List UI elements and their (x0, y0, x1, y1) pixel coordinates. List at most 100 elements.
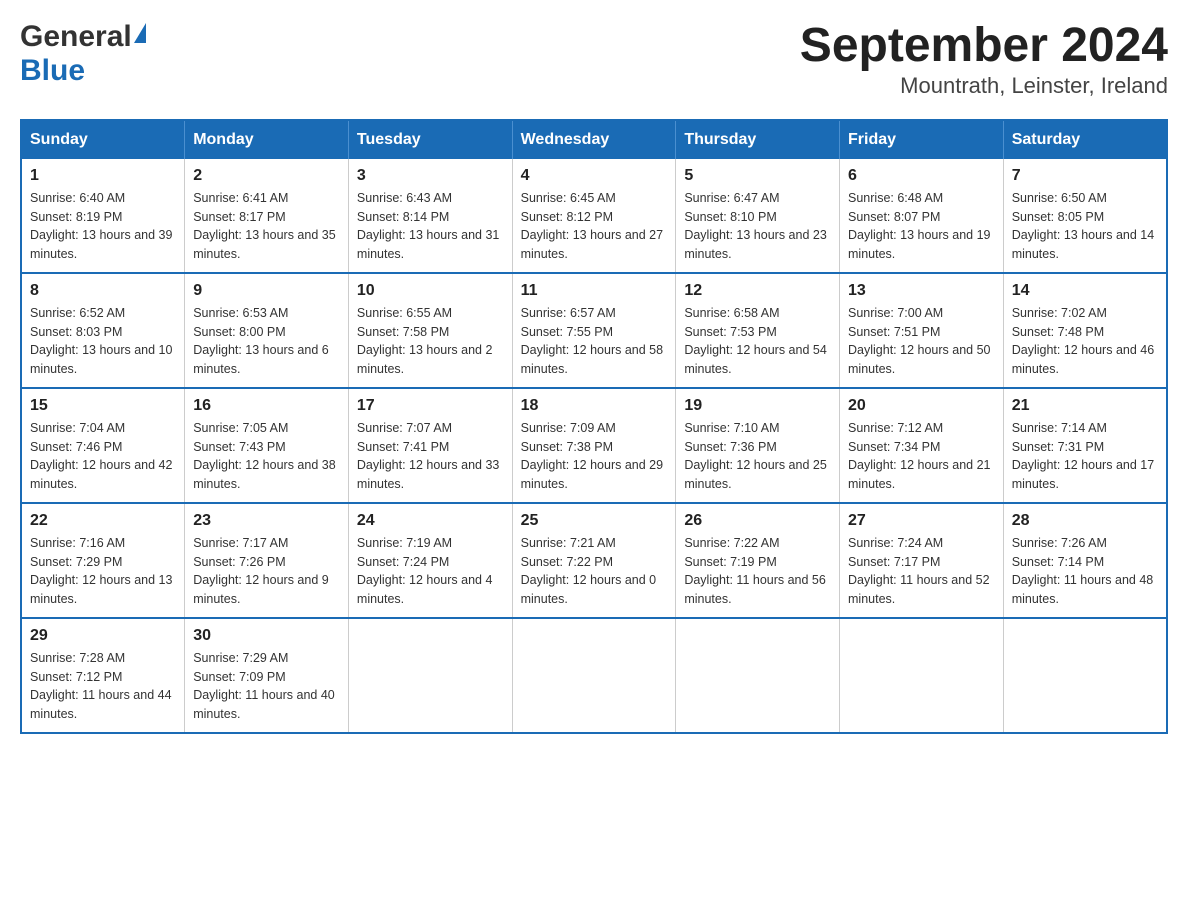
day-info: Sunrise: 7:14 AMSunset: 7:31 PMDaylight:… (1012, 419, 1158, 494)
day-info: Sunrise: 6:40 AMSunset: 8:19 PMDaylight:… (30, 189, 176, 264)
day-info: Sunrise: 6:45 AMSunset: 8:12 PMDaylight:… (521, 189, 668, 264)
day-info: Sunrise: 7:09 AMSunset: 7:38 PMDaylight:… (521, 419, 668, 494)
day-info: Sunrise: 6:57 AMSunset: 7:55 PMDaylight:… (521, 304, 668, 379)
day-number: 22 (30, 512, 176, 530)
calendar-cell (348, 618, 512, 733)
calendar-cell: 20Sunrise: 7:12 AMSunset: 7:34 PMDayligh… (840, 388, 1004, 503)
day-info: Sunrise: 7:00 AMSunset: 7:51 PMDaylight:… (848, 304, 995, 379)
day-number: 17 (357, 397, 504, 415)
day-info: Sunrise: 7:04 AMSunset: 7:46 PMDaylight:… (30, 419, 176, 494)
day-info: Sunrise: 6:52 AMSunset: 8:03 PMDaylight:… (30, 304, 176, 379)
calendar-cell: 30 Sunrise: 7:29 AMSunset: 7:09 PMDayligh… (185, 618, 349, 733)
calendar-cell: 29 Sunrise: 7:28 AMSunset: 7:12 PMDayligh… (21, 618, 185, 733)
day-info: Sunrise: 6:43 AMSunset: 8:14 PMDaylight:… (357, 189, 504, 264)
calendar-cell: 9 Sunrise: 6:53 AMSunset: 8:00 PMDaylight… (185, 273, 349, 388)
calendar-cell (676, 618, 840, 733)
day-info: Sunrise: 6:47 AMSunset: 8:10 PMDaylight:… (684, 189, 831, 264)
day-info: Sunrise: 7:26 AMSunset: 7:14 PMDaylight:… (1012, 534, 1158, 609)
calendar-subtitle: Mountrath, Leinster, Ireland (800, 73, 1168, 99)
day-number: 28 (1012, 512, 1158, 530)
calendar-title: September 2024 (800, 20, 1168, 73)
day-info: Sunrise: 7:28 AMSunset: 7:12 PMDaylight:… (30, 649, 176, 724)
day-number: 19 (684, 397, 831, 415)
day-info: Sunrise: 6:55 AMSunset: 7:58 PMDaylight:… (357, 304, 504, 379)
day-number: 16 (193, 397, 340, 415)
day-info: Sunrise: 6:48 AMSunset: 8:07 PMDaylight:… (848, 189, 995, 264)
calendar-cell: 7 Sunrise: 6:50 AMSunset: 8:05 PMDaylight… (1003, 159, 1167, 273)
day-of-week-header: Thursday (676, 120, 840, 159)
day-number: 2 (193, 167, 340, 185)
day-info: Sunrise: 7:05 AMSunset: 7:43 PMDaylight:… (193, 419, 340, 494)
day-number: 24 (357, 512, 504, 530)
days-of-week-row: SundayMondayTuesdayWednesdayThursdayFrid… (21, 120, 1167, 159)
day-of-week-header: Friday (840, 120, 1004, 159)
calendar-cell: 12Sunrise: 6:58 AMSunset: 7:53 PMDayligh… (676, 273, 840, 388)
calendar-cell: 6Sunrise: 6:48 AMSunset: 8:07 PMDaylight… (840, 159, 1004, 273)
calendar-table: SundayMondayTuesdayWednesdayThursdayFrid… (20, 119, 1168, 734)
calendar-cell (840, 618, 1004, 733)
day-number: 26 (684, 512, 831, 530)
calendar-body: 1Sunrise: 6:40 AMSunset: 8:19 PMDaylight… (21, 159, 1167, 733)
day-info: Sunrise: 6:53 AMSunset: 8:00 PMDaylight:… (193, 304, 340, 379)
calendar-cell: 16 Sunrise: 7:05 AMSunset: 7:43 PMDayligh… (185, 388, 349, 503)
calendar-cell: 15 Sunrise: 7:04 AMSunset: 7:46 PMDayligh… (21, 388, 185, 503)
logo: General Blue (20, 20, 146, 88)
day-info: Sunrise: 7:19 AMSunset: 7:24 PMDaylight:… (357, 534, 504, 609)
calendar-cell: 19Sunrise: 7:10 AMSunset: 7:36 PMDayligh… (676, 388, 840, 503)
page-header: General Blue September 2024 Mountrath, L… (20, 20, 1168, 99)
day-of-week-header: Tuesday (348, 120, 512, 159)
calendar-cell: 18Sunrise: 7:09 AMSunset: 7:38 PMDayligh… (512, 388, 676, 503)
logo-general-text: General (20, 20, 132, 54)
calendar-cell (512, 618, 676, 733)
calendar-cell: 26 Sunrise: 7:22 AMSunset: 7:19 PMDayligh… (676, 503, 840, 618)
day-info: Sunrise: 6:41 AMSunset: 8:17 PMDaylight:… (193, 189, 340, 264)
day-number: 15 (30, 397, 176, 415)
calendar-cell: 5 Sunrise: 6:47 AMSunset: 8:10 PMDaylight… (676, 159, 840, 273)
day-number: 10 (357, 282, 504, 300)
day-number: 27 (848, 512, 995, 530)
day-number: 30 (193, 627, 340, 645)
logo-arrow-icon (134, 23, 146, 43)
day-of-week-header: Sunday (21, 120, 185, 159)
calendar-cell: 24 Sunrise: 7:19 AMSunset: 7:24 PMDayligh… (348, 503, 512, 618)
day-number: 3 (357, 167, 504, 185)
day-number: 4 (521, 167, 668, 185)
day-number: 7 (1012, 167, 1158, 185)
calendar-cell: 22 Sunrise: 7:16 AMSunset: 7:29 PMDayligh… (21, 503, 185, 618)
day-info: Sunrise: 7:17 AMSunset: 7:26 PMDaylight:… (193, 534, 340, 609)
calendar-cell: 27 Sunrise: 7:24 AMSunset: 7:17 PMDayligh… (840, 503, 1004, 618)
calendar-cell: 17Sunrise: 7:07 AMSunset: 7:41 PMDayligh… (348, 388, 512, 503)
day-number: 13 (848, 282, 995, 300)
calendar-cell: 3 Sunrise: 6:43 AMSunset: 8:14 PMDaylight… (348, 159, 512, 273)
calendar-cell: 11 Sunrise: 6:57 AMSunset: 7:55 PMDayligh… (512, 273, 676, 388)
calendar-cell: 21 Sunrise: 7:14 AMSunset: 7:31 PMDayligh… (1003, 388, 1167, 503)
day-info: Sunrise: 7:24 AMSunset: 7:17 PMDaylight:… (848, 534, 995, 609)
calendar-cell: 23 Sunrise: 7:17 AMSunset: 7:26 PMDayligh… (185, 503, 349, 618)
day-number: 23 (193, 512, 340, 530)
day-of-week-header: Wednesday (512, 120, 676, 159)
day-info: Sunrise: 6:58 AMSunset: 7:53 PMDaylight:… (684, 304, 831, 379)
calendar-cell: 4 Sunrise: 6:45 AMSunset: 8:12 PMDaylight… (512, 159, 676, 273)
day-number: 11 (521, 282, 668, 300)
calendar-week-row: 22 Sunrise: 7:16 AMSunset: 7:29 PMDayligh… (21, 503, 1167, 618)
day-info: Sunrise: 7:29 AMSunset: 7:09 PMDaylight:… (193, 649, 340, 724)
day-number: 9 (193, 282, 340, 300)
calendar-week-row: 8Sunrise: 6:52 AMSunset: 8:03 PMDaylight… (21, 273, 1167, 388)
calendar-week-row: 1Sunrise: 6:40 AMSunset: 8:19 PMDaylight… (21, 159, 1167, 273)
day-number: 21 (1012, 397, 1158, 415)
day-number: 5 (684, 167, 831, 185)
day-number: 29 (30, 627, 176, 645)
day-info: Sunrise: 7:16 AMSunset: 7:29 PMDaylight:… (30, 534, 176, 609)
calendar-cell: 1Sunrise: 6:40 AMSunset: 8:19 PMDaylight… (21, 159, 185, 273)
day-info: Sunrise: 7:22 AMSunset: 7:19 PMDaylight:… (684, 534, 831, 609)
calendar-cell (1003, 618, 1167, 733)
day-number: 14 (1012, 282, 1158, 300)
logo-blue-text: Blue (20, 54, 85, 88)
title-area: September 2024 Mountrath, Leinster, Irel… (800, 20, 1168, 99)
calendar-cell: 14Sunrise: 7:02 AMSunset: 7:48 PMDayligh… (1003, 273, 1167, 388)
day-of-week-header: Saturday (1003, 120, 1167, 159)
calendar-cell: 10 Sunrise: 6:55 AMSunset: 7:58 PMDayligh… (348, 273, 512, 388)
day-info: Sunrise: 6:50 AMSunset: 8:05 PMDaylight:… (1012, 189, 1158, 264)
day-number: 25 (521, 512, 668, 530)
calendar-week-row: 29 Sunrise: 7:28 AMSunset: 7:12 PMDayligh… (21, 618, 1167, 733)
